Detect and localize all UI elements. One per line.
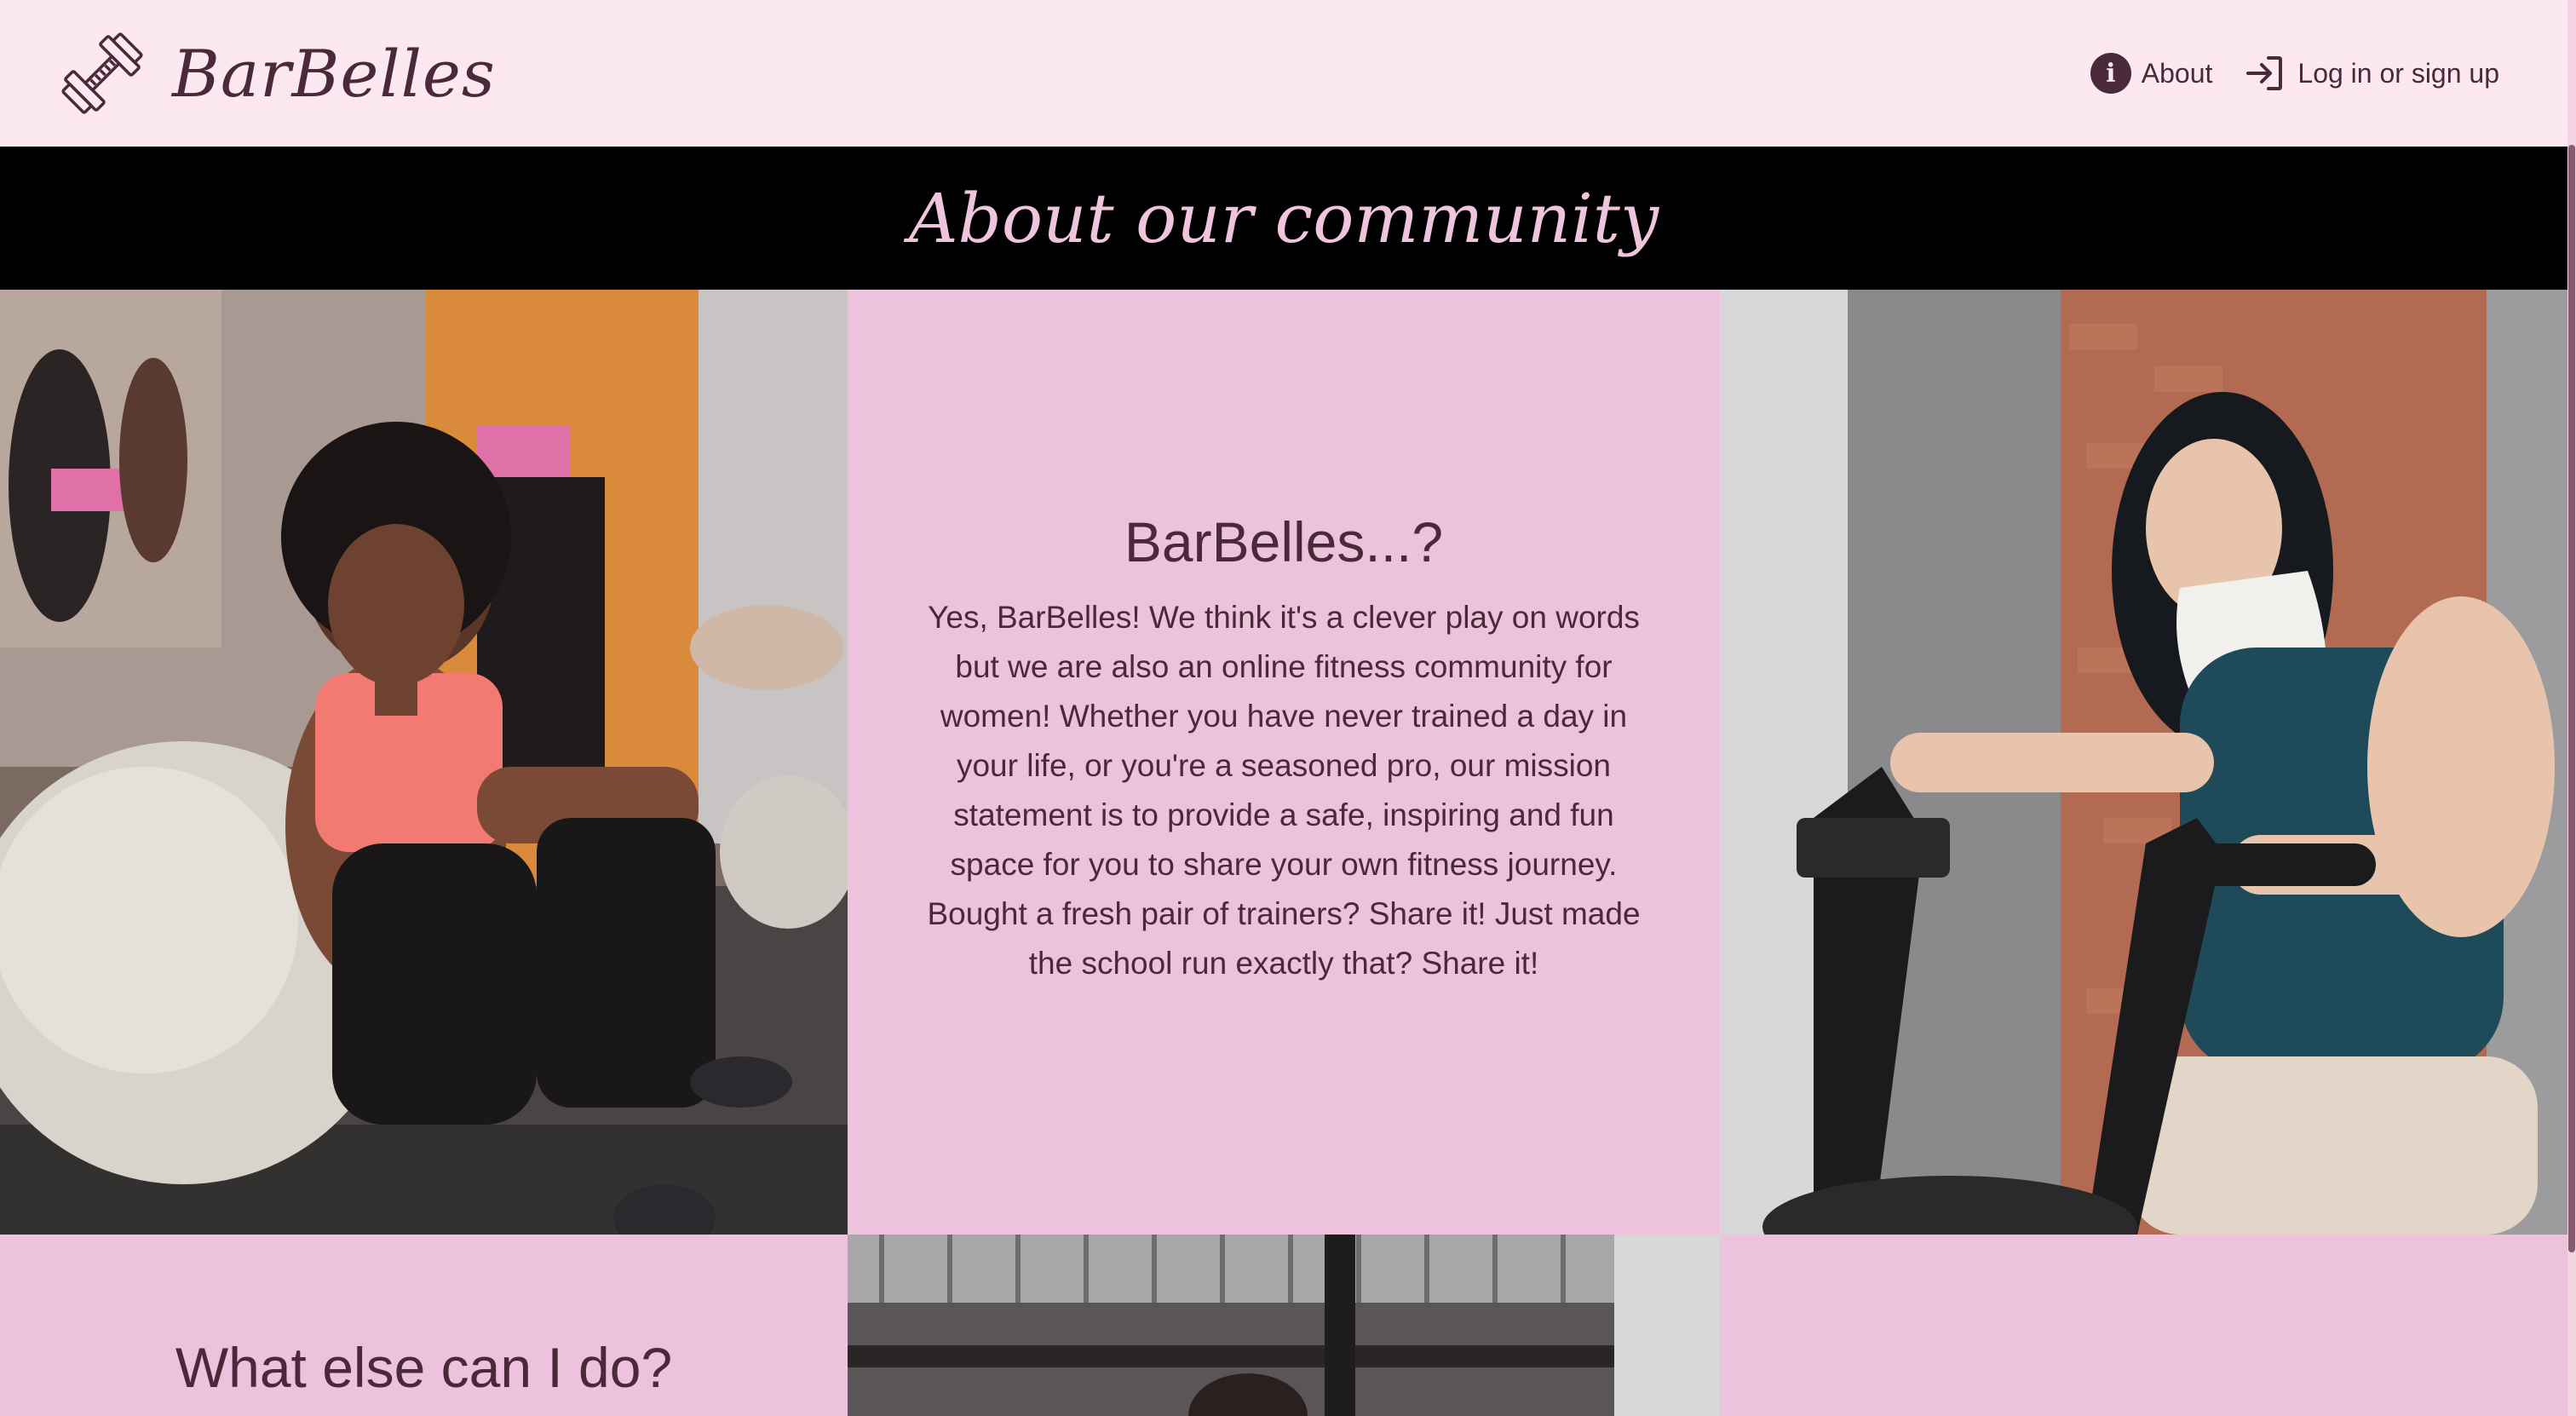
login-arrow-icon bbox=[2246, 56, 2283, 90]
photo-gym-rack bbox=[848, 1235, 1720, 1416]
nav-about-label: About bbox=[2141, 57, 2213, 89]
intro-heading: BarBelles...? bbox=[1124, 510, 1444, 573]
nav-about-link[interactable]: i About bbox=[2090, 53, 2213, 94]
brand-home-link[interactable]: BarBelles bbox=[49, 20, 496, 126]
intro-panel: BarBelles...? Yes, BarBelles! We think i… bbox=[848, 290, 1720, 1235]
page-scrollbar[interactable] bbox=[2567, 0, 2576, 1416]
nav-login-link[interactable]: Log in or sign up bbox=[2243, 51, 2499, 95]
info-icon: i bbox=[2090, 53, 2131, 94]
nav-login-label: Log in or sign up bbox=[2297, 57, 2499, 89]
page-scrollbar-thumb[interactable] bbox=[2568, 145, 2575, 1252]
page-title: About our community bbox=[908, 178, 1659, 258]
brand-name: BarBelles bbox=[172, 35, 496, 112]
dumbbell-icon bbox=[61, 32, 143, 114]
empty-panel bbox=[1720, 1235, 2567, 1416]
features-heading: What else can I do? bbox=[175, 1336, 673, 1399]
navbar: BarBelles i About Log in or sign up bbox=[0, 0, 2567, 147]
content-grid: BarBelles...? Yes, BarBelles! We think i… bbox=[0, 290, 2567, 1416]
features-panel: What else can I do? bbox=[0, 1235, 848, 1416]
photo-woman-with-exercise-ball bbox=[0, 290, 848, 1235]
nav-links: i About Log in or sign up bbox=[2090, 51, 2499, 95]
page-banner: About our community bbox=[0, 147, 2567, 290]
intro-body: Yes, BarBelles! We think it's a clever p… bbox=[927, 600, 1641, 981]
photo-woman-on-exercise-bike bbox=[1720, 290, 2567, 1235]
intro-text-block: BarBelles...? Yes, BarBelles! We think i… bbox=[907, 509, 1660, 988]
